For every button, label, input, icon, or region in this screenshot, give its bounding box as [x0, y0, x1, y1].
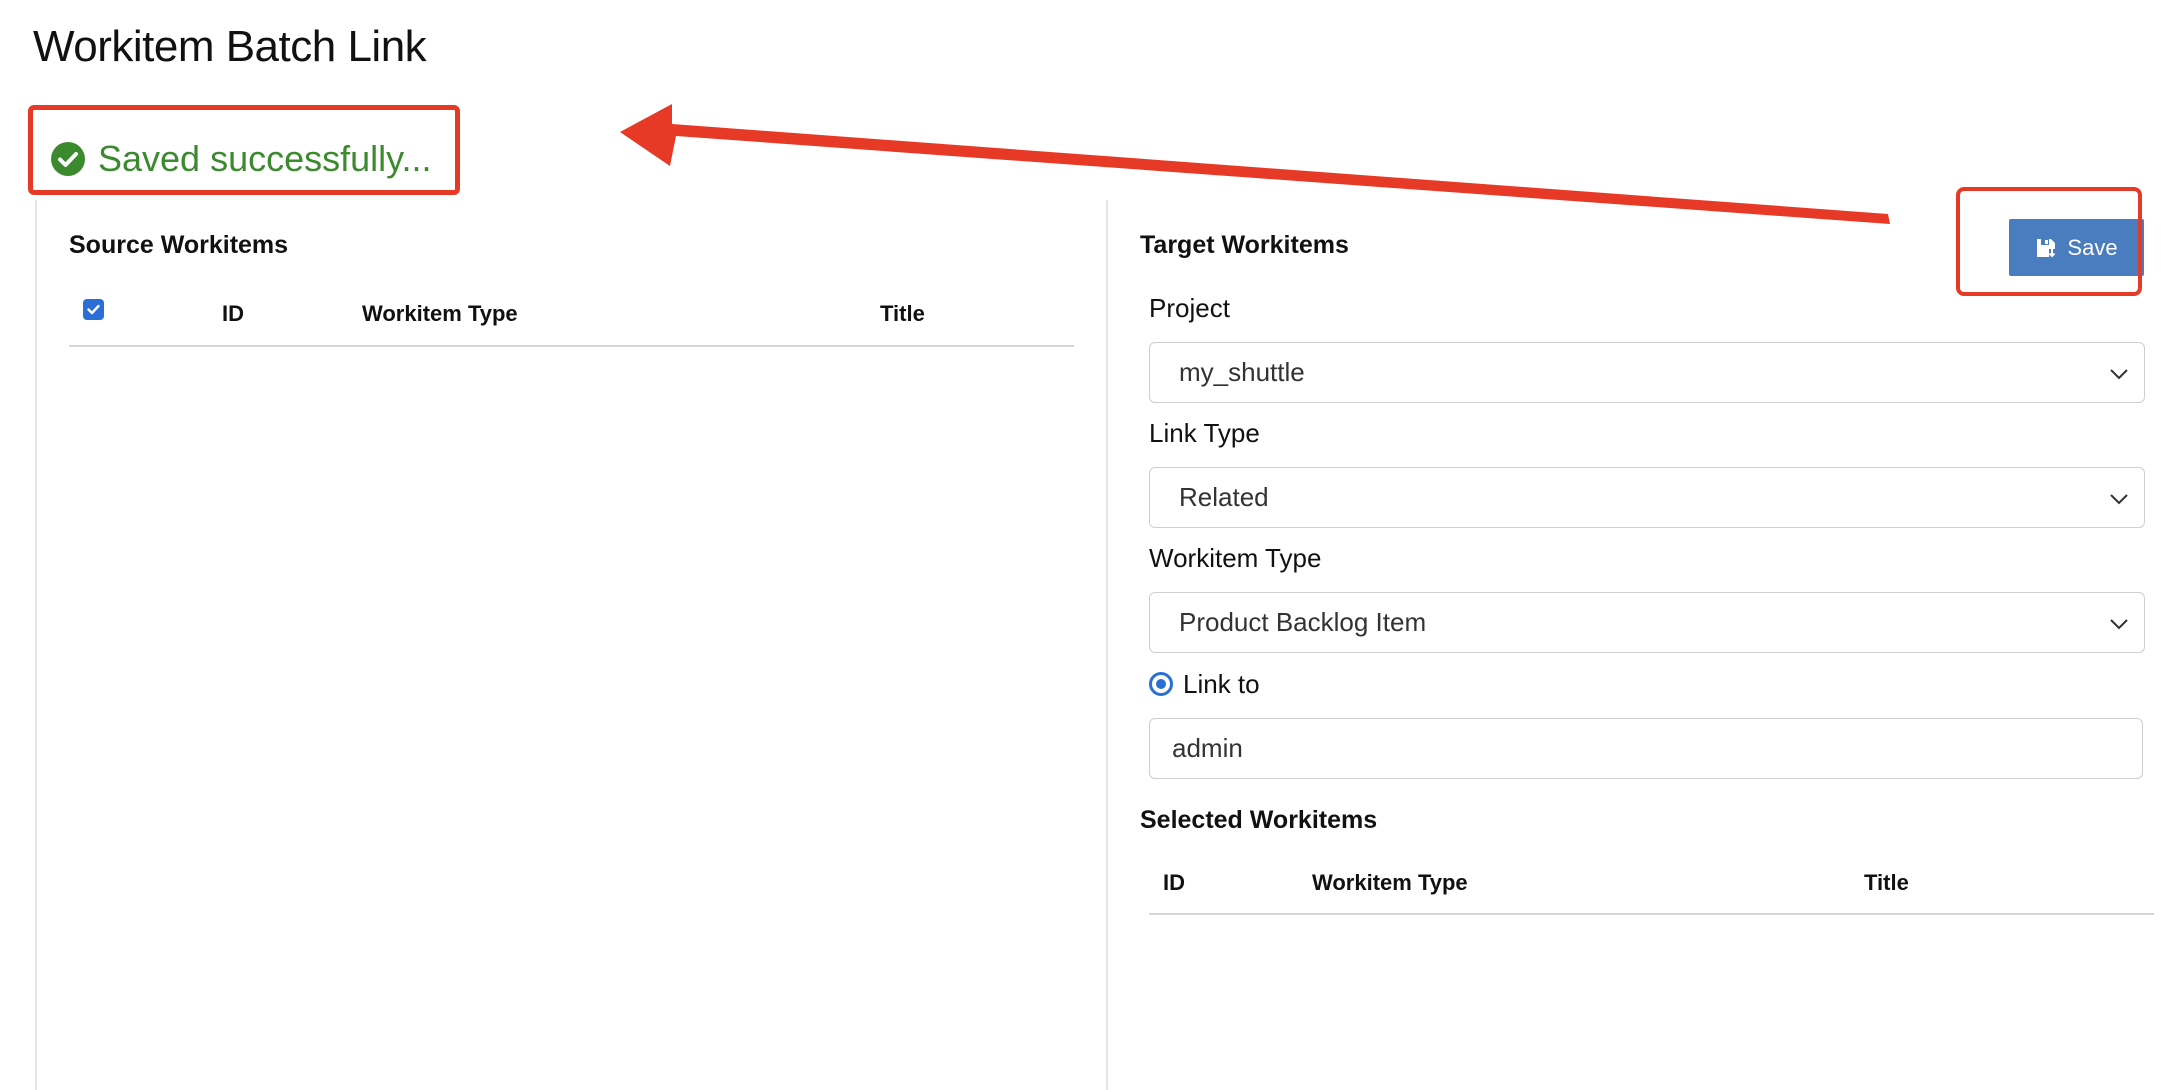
project-select-value: my_shuttle — [1179, 357, 1305, 387]
project-label: Project — [1149, 293, 1230, 323]
save-button-label: Save — [2067, 234, 2118, 260]
workitem-type-label: Workitem Type — [1149, 543, 1322, 573]
source-workitems-title: Source Workitems — [69, 231, 289, 259]
link-type-select-value: Related — [1179, 482, 1269, 512]
workitem-batch-link-page: Workitem Batch Link Saved successfully..… — [0, 0, 2170, 1090]
chevron-down-icon — [2110, 494, 2128, 505]
link-type-label: Link Type — [1149, 418, 1260, 448]
selected-table-rule — [1149, 913, 2154, 915]
link-type-select[interactable]: Related — [1149, 467, 2145, 528]
project-select[interactable]: my_shuttle — [1149, 342, 2145, 403]
panel-divider-middle — [1106, 200, 1108, 1090]
save-icon — [2037, 238, 2058, 259]
radio-dot — [1156, 679, 1166, 689]
source-table-rule — [69, 345, 1074, 347]
workitem-type-select[interactable]: Product Backlog Item — [1149, 592, 2145, 653]
link-to-radio[interactable] — [1149, 672, 1173, 696]
chevron-down-icon — [2110, 369, 2128, 380]
source-column-id[interactable]: ID — [222, 301, 244, 327]
panel-divider-left — [35, 200, 37, 1090]
workitem-type-select-value: Product Backlog Item — [1179, 607, 1427, 637]
checkmark-icon — [87, 304, 100, 315]
selected-workitems-title: Selected Workitems — [1140, 806, 1378, 834]
link-to-input[interactable] — [1149, 718, 2143, 779]
save-button[interactable]: Save — [2009, 219, 2144, 276]
page-title: Workitem Batch Link — [33, 22, 427, 71]
link-to-label: Link to — [1183, 669, 1260, 699]
target-workitems-title: Target Workitems — [1140, 231, 1349, 259]
status-highlight-box — [28, 105, 460, 195]
selected-column-id[interactable]: ID — [1163, 870, 1185, 896]
source-column-title[interactable]: Title — [880, 301, 925, 327]
selected-column-title[interactable]: Title — [1864, 870, 1909, 896]
select-all-checkbox[interactable] — [83, 299, 104, 320]
chevron-down-icon — [2110, 619, 2128, 630]
selected-column-workitem-type[interactable]: Workitem Type — [1312, 870, 1468, 896]
source-column-workitem-type[interactable]: Workitem Type — [362, 301, 518, 327]
